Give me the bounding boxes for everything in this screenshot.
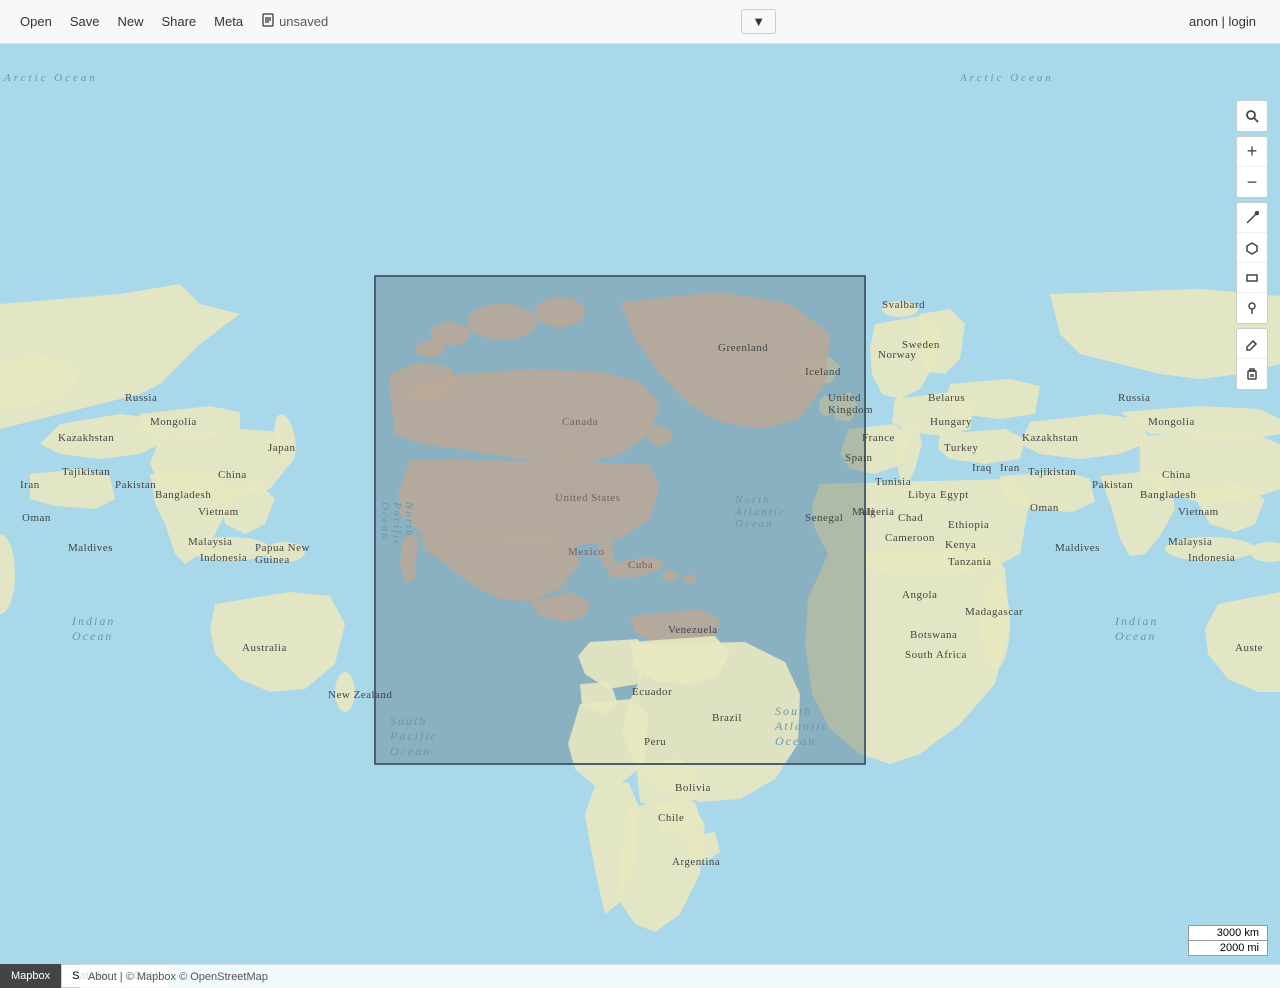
draw-line-button[interactable] [1237,203,1267,233]
save-button[interactable]: Save [62,10,108,33]
toolbar: Open Save New Share Meta unsaved ▼ anon … [0,0,1280,44]
unsaved-label: unsaved [279,14,328,29]
world-map-svg [0,44,1280,988]
scale-bar: 3000 km 2000 mi [1188,925,1268,956]
scale-km: 3000 km [1188,925,1268,940]
map-container[interactable]: Arctic Ocean Arctic Ocean IndianOcean So… [0,44,1280,988]
right-tools-panel: + − [1236,100,1268,390]
draw-rectangle-button[interactable] [1237,263,1267,293]
document-icon [261,13,275,30]
draw-point-button[interactable] [1237,293,1267,323]
delete-button[interactable] [1237,359,1267,389]
share-button[interactable]: Share [153,10,204,33]
mapbox-button[interactable]: Mapbox [0,964,61,988]
attribution-text: About | © Mapbox © OpenStreetMap [88,971,268,983]
edit-button[interactable] [1237,329,1267,359]
search-tool-group [1236,100,1268,132]
zoom-in-button[interactable]: + [1237,137,1267,167]
layer-dropdown[interactable]: ▼ [741,9,776,34]
zoom-out-button[interactable]: − [1237,167,1267,197]
meta-button[interactable]: Meta [206,10,251,33]
draw-polygon-button[interactable] [1237,233,1267,263]
open-button[interactable]: Open [12,10,60,33]
edit-tool-group [1236,328,1268,390]
zoom-tool-group: + − [1236,136,1268,198]
dropdown-arrow: ▼ [752,14,765,29]
user-info: anon | login [1189,14,1256,29]
draw-tool-group [1236,202,1268,324]
scale-mi: 2000 mi [1188,940,1268,956]
search-button[interactable] [1237,101,1267,131]
new-button[interactable]: New [109,10,151,33]
attribution-bar: About | © Mapbox © OpenStreetMap [80,964,1280,988]
